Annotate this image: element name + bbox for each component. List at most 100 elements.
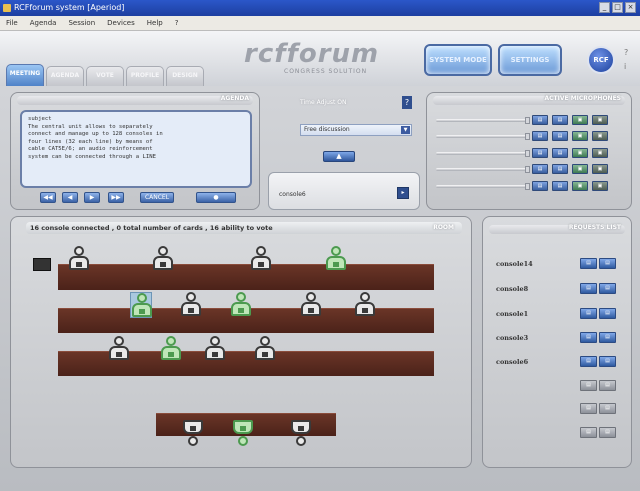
cancel-button[interactable]: CANCEL (140, 192, 174, 203)
console-seat[interactable] (290, 420, 312, 446)
console-go-button[interactable]: ▸ (397, 187, 409, 199)
mic-priority-button[interactable]: ▣ (572, 181, 588, 191)
slider-knob[interactable] (525, 183, 530, 190)
rcf-badge[interactable]: RCF (587, 46, 615, 74)
console-seat[interactable] (152, 246, 174, 272)
mic-priority-button[interactable]: ▣ (572, 148, 588, 158)
request-accept-button[interactable]: ▤ (580, 308, 597, 319)
request-accept-button[interactable]: ▤ (580, 427, 597, 438)
mic-off-button[interactable]: ▤ (552, 115, 568, 125)
console-seat[interactable] (182, 420, 204, 446)
room-legend-chip[interactable] (33, 258, 51, 271)
mic-on-button[interactable]: ▤ (532, 164, 548, 174)
menu-session[interactable]: Session (68, 16, 95, 30)
console-seat[interactable] (250, 246, 272, 272)
request-reject-button[interactable]: ▤ (599, 308, 616, 319)
seat-microphone-icon (188, 436, 198, 446)
info-icon[interactable]: i (624, 62, 626, 71)
mic-close-button[interactable]: ▣ (592, 131, 608, 141)
seat-microphone-icon (114, 336, 124, 346)
mic-priority-button[interactable]: ▣ (572, 164, 588, 174)
request-reject-button[interactable]: ▤ (599, 403, 616, 414)
console-seat[interactable] (160, 336, 182, 362)
mic-off-button[interactable]: ▤ (552, 148, 568, 158)
minimize-button[interactable]: _ (599, 2, 610, 13)
settings-button[interactable]: SETTINGS (498, 44, 562, 76)
console-seat[interactable] (108, 336, 130, 362)
request-accept-button[interactable]: ▤ (580, 356, 597, 367)
console-seat[interactable] (325, 246, 347, 272)
mic-on-button[interactable]: ▤ (532, 148, 548, 158)
seat-body-icon (326, 256, 346, 270)
mic-volume-slider[interactable] (436, 133, 530, 140)
menu-help[interactable]: Help (147, 16, 163, 30)
console-seat[interactable] (180, 292, 202, 318)
console-seat[interactable] (204, 336, 226, 362)
slider-knob[interactable] (525, 166, 530, 173)
mic-on-button[interactable]: ▤ (532, 115, 548, 125)
mic-on-button[interactable]: ▤ (532, 181, 548, 191)
first-item-button[interactable]: ◀◀ (40, 192, 56, 203)
console-input[interactable]: console6 (279, 191, 306, 198)
mic-close-button[interactable]: ▣ (592, 148, 608, 158)
seat-microphone-icon (256, 246, 266, 256)
console-seat[interactable] (232, 420, 254, 446)
tab-design[interactable]: DESIGN (166, 66, 204, 86)
console-seat[interactable] (354, 292, 376, 318)
tab-agenda[interactable]: AGENDA (46, 66, 84, 86)
request-accept-button[interactable]: ▤ (580, 380, 597, 391)
request-reject-button[interactable]: ▤ (599, 283, 616, 294)
slider-knob[interactable] (525, 117, 530, 124)
maximize-button[interactable]: □ (612, 2, 623, 13)
console-seat[interactable] (300, 292, 322, 318)
mic-priority-button[interactable]: ▣ (572, 115, 588, 125)
console-input-box: console6 ▸ (268, 172, 420, 210)
request-reject-button[interactable]: ▤ (599, 258, 616, 269)
console-seat[interactable] (230, 292, 252, 318)
mic-close-button[interactable]: ▣ (592, 181, 608, 191)
request-accept-button[interactable]: ▤ (580, 403, 597, 414)
mic-volume-slider[interactable] (436, 183, 530, 190)
mic-off-button[interactable]: ▤ (552, 131, 568, 141)
request-reject-button[interactable]: ▤ (599, 332, 616, 343)
request-reject-button[interactable]: ▤ (599, 427, 616, 438)
menu-about[interactable]: ? (175, 16, 179, 30)
mic-off-button[interactable]: ▤ (552, 164, 568, 174)
next-item-button[interactable]: ▶ (84, 192, 100, 203)
mic-close-button[interactable]: ▣ (592, 164, 608, 174)
request-reject-button[interactable]: ▤ (599, 356, 616, 367)
time-adjust-help-icon[interactable]: ? (402, 96, 412, 109)
console-seat[interactable] (254, 336, 276, 362)
record-button[interactable]: ● (196, 192, 236, 203)
mic-volume-slider[interactable] (436, 150, 530, 157)
tab-profile[interactable]: PROFILE (126, 66, 164, 86)
console-seat[interactable] (68, 246, 90, 272)
last-item-button[interactable]: ▶▶ (108, 192, 124, 203)
slider-knob[interactable] (525, 150, 530, 157)
close-button[interactable]: × (625, 2, 636, 13)
menu-bar: File Agenda Session Devices Help ? (0, 16, 640, 31)
mic-close-button[interactable]: ▣ (592, 115, 608, 125)
system-mode-button[interactable]: SYSTEM MODE (424, 44, 492, 76)
prev-item-button[interactable]: ◀ (62, 192, 78, 203)
request-accept-button[interactable]: ▤ (580, 332, 597, 343)
slider-knob[interactable] (525, 133, 530, 140)
mic-priority-button[interactable]: ▣ (572, 131, 588, 141)
request-accept-button[interactable]: ▤ (580, 283, 597, 294)
apply-mode-button[interactable]: ▲ (323, 151, 355, 162)
help-icon[interactable]: ? (624, 48, 628, 57)
mic-volume-slider[interactable] (436, 166, 530, 173)
request-reject-button[interactable]: ▤ (599, 380, 616, 391)
menu-agenda[interactable]: Agenda (30, 16, 57, 30)
request-accept-button[interactable]: ▤ (580, 258, 597, 269)
mic-off-button[interactable]: ▤ (552, 181, 568, 191)
tab-vote[interactable]: VOTE (86, 66, 124, 86)
mic-on-button[interactable]: ▤ (532, 131, 548, 141)
mic-volume-slider[interactable] (436, 117, 530, 124)
console-seat[interactable] (130, 292, 152, 318)
tab-meeting[interactable]: MEETING (6, 64, 44, 86)
menu-devices[interactable]: Devices (107, 16, 135, 30)
discussion-mode-select[interactable]: Free discussion ▼ (300, 124, 412, 136)
menu-file[interactable]: File (6, 16, 18, 30)
chevron-down-icon[interactable]: ▼ (401, 126, 410, 134)
